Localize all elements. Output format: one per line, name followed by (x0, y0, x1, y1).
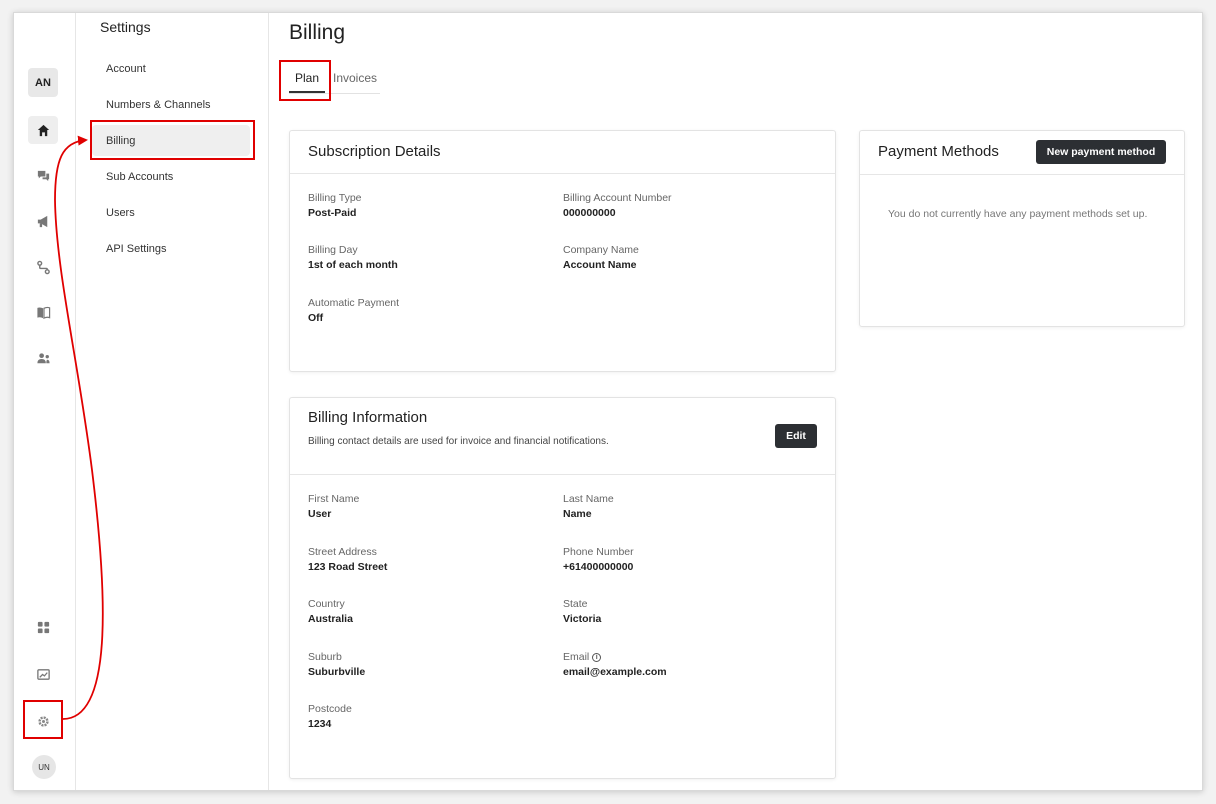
sidebar-item-label: Users (106, 206, 135, 219)
field-value: +61400000000 (563, 561, 634, 573)
email-field: Email i email@example.com (563, 651, 667, 678)
field-label: Phone Number (563, 546, 634, 558)
field-value: email@example.com (563, 666, 667, 678)
app-window: AN UN Settings Account Numbers & Channel… (13, 12, 1203, 791)
card-header: Billing Information Billing contact deta… (290, 398, 835, 475)
postcode-field: Postcode 1234 (308, 703, 352, 730)
tab-plan[interactable]: Plan (288, 71, 326, 93)
sidebar-item-account[interactable]: Account (92, 53, 250, 84)
info-icon[interactable]: i (592, 652, 602, 662)
field-label: Suburb (308, 651, 342, 663)
phone-number-field: Phone Number +61400000000 (563, 546, 634, 573)
suburb-field: Suburb Suburbville (308, 651, 365, 678)
icon-rail: AN UN (14, 13, 76, 790)
sidebar-title: Settings (100, 19, 151, 35)
sidebar-item-label: Sub Accounts (106, 170, 174, 183)
field-value: 123 Road Street (308, 561, 388, 573)
field-label: Billing Type (308, 192, 362, 204)
gear-icon[interactable] (28, 707, 58, 735)
sidebar-item-users[interactable]: Users (92, 197, 250, 228)
chat-icon[interactable] (28, 161, 58, 189)
billing-account-number-field: Billing Account Number 000000000 (563, 192, 672, 219)
field-label: First Name (308, 493, 360, 505)
sidebar-item-sub-accounts[interactable]: Sub Accounts (92, 161, 250, 192)
sidebar-item-label: Account (106, 62, 146, 75)
card-title: Billing Information (308, 409, 428, 426)
card-header: Payment Methods New payment method (860, 131, 1184, 175)
field-label: Billing Account Number (563, 192, 672, 204)
field-value: 1st of each month (308, 259, 398, 271)
tab-invoices[interactable]: Invoices (333, 71, 377, 85)
contacts-icon[interactable] (28, 344, 58, 372)
field-label: Billing Day (308, 244, 358, 256)
analytics-icon[interactable] (28, 660, 58, 688)
sidebar-item-api-settings[interactable]: API Settings (92, 233, 250, 264)
last-name-field: Last Name Name (563, 493, 614, 520)
field-label: Company Name (563, 244, 639, 256)
field-label: Country (308, 598, 345, 610)
apps-icon[interactable] (28, 613, 58, 641)
page-title: Billing (289, 21, 346, 44)
field-value: Post-Paid (308, 207, 357, 219)
book-icon[interactable] (28, 298, 58, 326)
billing-type-field: Billing Type Post-Paid (308, 192, 362, 219)
sidebar-item-label: Numbers & Channels (106, 98, 211, 111)
country-field: Country Australia (308, 598, 353, 625)
payment-methods-card: Payment Methods New payment method You d… (859, 130, 1185, 327)
sidebar-item-billing[interactable]: Billing (92, 125, 250, 156)
field-value: Name (563, 508, 592, 520)
field-value: 1234 (308, 718, 332, 730)
new-payment-method-button[interactable]: New payment method (1036, 140, 1166, 164)
street-address-field: Street Address 123 Road Street (308, 546, 387, 573)
field-value: User (308, 508, 332, 520)
field-label-row: Email i (563, 651, 667, 663)
billing-information-card: Billing Information Billing contact deta… (289, 397, 836, 779)
sidebar-item-label: API Settings (106, 242, 167, 255)
settings-sidebar: Settings Account Numbers & Channels Bill… (76, 13, 269, 790)
empty-state-text: You do not currently have any payment me… (888, 208, 1148, 220)
home-icon[interactable] (28, 116, 58, 144)
sidebar-item-numbers-channels[interactable]: Numbers & Channels (92, 89, 250, 120)
automatic-payment-field: Automatic Payment Off (308, 297, 399, 324)
field-value: Victoria (563, 613, 602, 625)
card-header: Subscription Details (290, 131, 835, 174)
tab-bar: Plan Invoices (288, 68, 380, 94)
company-name-field: Company Name Account Name (563, 244, 639, 271)
field-label: State (563, 598, 588, 610)
field-label: Automatic Payment (308, 297, 400, 309)
state-field: State Victoria (563, 598, 601, 625)
workspace-avatar[interactable]: AN (28, 68, 58, 97)
field-value: Australia (308, 613, 353, 625)
billing-day-field: Billing Day 1st of each month (308, 244, 398, 271)
field-value: 000000000 (563, 207, 616, 219)
main-content: Billing Plan Invoices Subscription Detai… (269, 13, 1202, 790)
megaphone-icon[interactable] (28, 207, 58, 235)
user-avatar[interactable]: UN (32, 755, 56, 779)
field-label: Last Name (563, 493, 614, 505)
field-value: Off (308, 312, 324, 324)
edit-button[interactable]: Edit (775, 424, 817, 448)
field-value: Account Name (563, 259, 637, 271)
first-name-field: First Name User (308, 493, 359, 520)
field-label: Street Address (308, 546, 377, 558)
subscription-details-card: Subscription Details Billing Type Post-P… (289, 130, 836, 372)
field-value: Suburbville (308, 666, 366, 678)
field-label: Postcode (308, 703, 352, 715)
card-title: Subscription Details (308, 143, 441, 160)
card-subtitle: Billing contact details are used for inv… (308, 436, 609, 447)
route-icon[interactable] (28, 253, 58, 281)
field-label: Email (563, 651, 590, 663)
sidebar-item-label: Billing (106, 134, 136, 147)
